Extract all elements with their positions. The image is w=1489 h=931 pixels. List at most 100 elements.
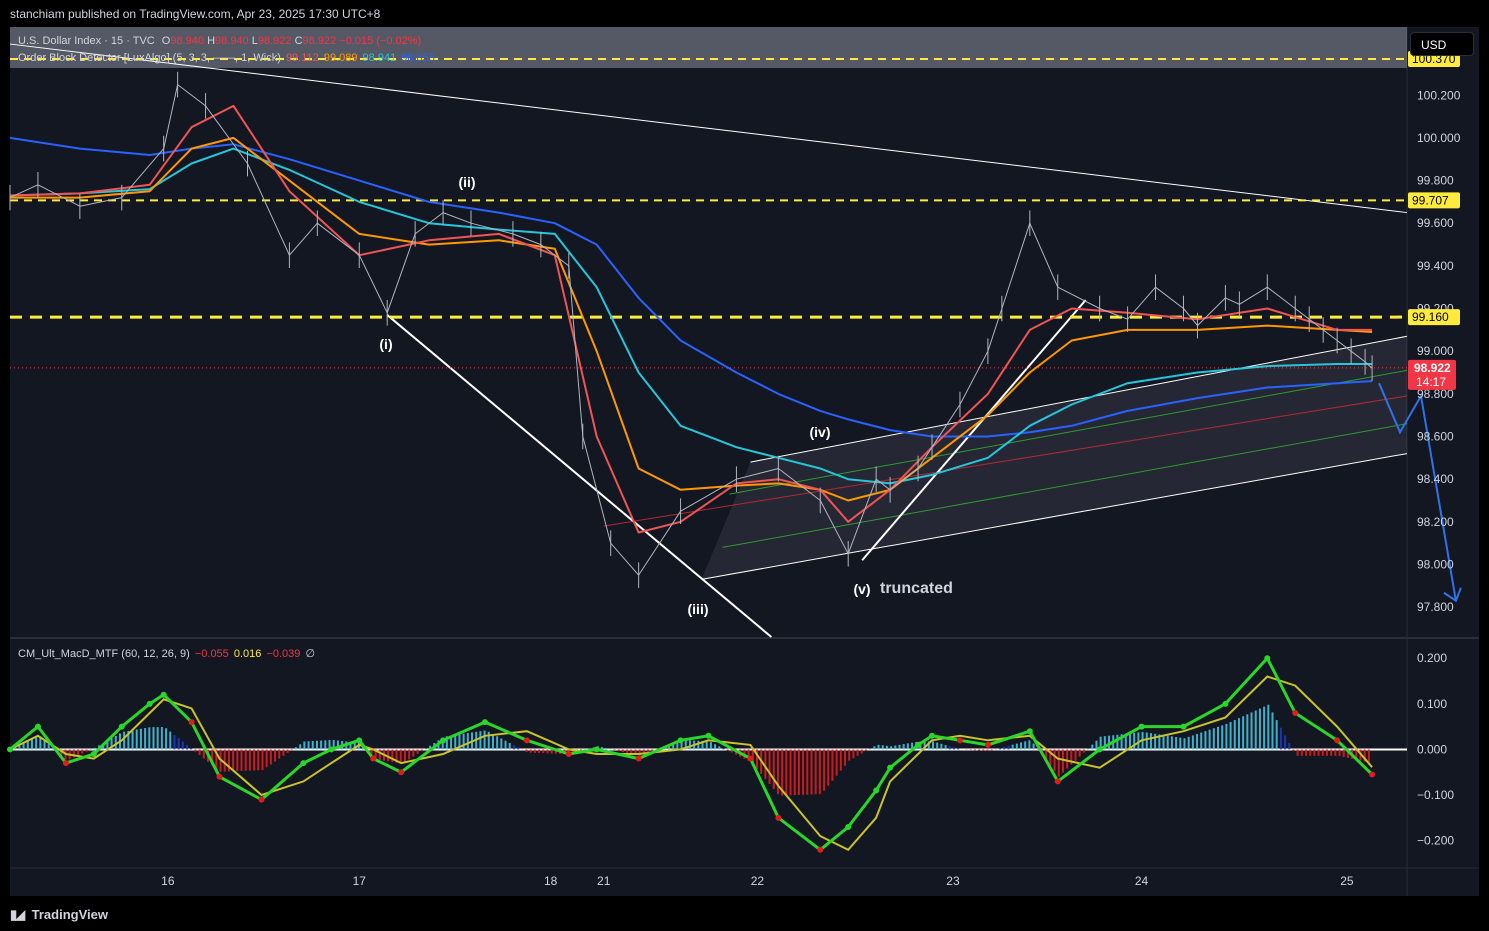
macd-histogram-bar [1229, 721, 1232, 750]
macd-legend: CM_Ult_MacD_MTF (60, 12, 26, 9) −0.055 0… [18, 647, 315, 660]
macd-histogram-bar [978, 749, 981, 751]
indicator-value-2: 99.089 [323, 52, 358, 64]
macd-cross-dot [370, 755, 377, 762]
macd-histogram-bar [726, 749, 729, 751]
macd-cross-dot [1138, 723, 1145, 730]
macd-histogram-bar [253, 749, 256, 771]
indicator-legend: Order Block Detector [LuxAlgo] (5, 3, 3,… [18, 52, 435, 64]
price-tag-countdown: 14:17 [1416, 375, 1446, 389]
macd-histogram-bar [768, 749, 771, 784]
macd-histogram-bar [1342, 749, 1345, 758]
macd-histogram-bar [705, 741, 708, 750]
macd-histogram-bar [856, 749, 859, 756]
high-value: 98.940 [215, 35, 249, 47]
macd-histogram-bar [424, 748, 427, 750]
macd-histogram-bar [617, 749, 620, 752]
macd-histogram-bar [412, 749, 415, 757]
tradingview-logo-icon: ▮◢ [10, 907, 25, 922]
macd-histogram-bar [906, 743, 909, 750]
chart-canvas[interactable]: (i) (ii) (iii) (iv) (v) truncated 100.200 100.0… [0, 0, 1489, 931]
macd-histogram-bar [1267, 704, 1270, 750]
macd-histogram-bar [466, 733, 469, 750]
currency-button[interactable]: USD [1410, 32, 1474, 56]
macd-histogram-bar [827, 749, 830, 786]
macd-histogram-bar [818, 749, 821, 795]
macd-histogram-bar [1061, 749, 1064, 773]
price-axis-tick: 100.200 [1417, 88, 1461, 102]
macd-histogram-bar [957, 748, 960, 750]
macd-histogram-bar [257, 749, 260, 771]
macd-name[interactable]: CM_Ult_MacD_MTF (60, 12, 26, 9) [18, 648, 190, 660]
indicator-name[interactable]: Order Block Detector [LuxAlgo] (5, 3, 3,… [18, 52, 281, 64]
macd-histogram-bar [1200, 732, 1203, 750]
macd-histogram-bar [93, 747, 96, 750]
macd-histogram-bar [852, 749, 855, 759]
macd-histogram-bar [1217, 726, 1220, 750]
macd-histogram-bar [952, 747, 955, 750]
macd-histogram-bar [265, 749, 268, 768]
macd-histogram-bar [1263, 706, 1266, 750]
macd-histogram-bar [198, 749, 201, 756]
macd-histogram-bar [789, 749, 792, 796]
macd-histogram-bar [839, 749, 842, 771]
macd-cross-dot [1026, 728, 1033, 735]
macd-histogram-bar [152, 727, 155, 750]
macd-histogram-bar [320, 740, 323, 750]
macd-histogram-bar [605, 748, 608, 750]
macd-cross-dot [565, 751, 572, 757]
price-axis-tick: 97.800 [1417, 600, 1454, 614]
macd-histogram-bar [990, 749, 993, 751]
macd-cross-dot [160, 691, 167, 698]
price-axis-tick: 98.000 [1417, 557, 1454, 571]
symbol-name[interactable]: U.S. Dollar Index · 15 · TVC [18, 35, 155, 47]
macd-histogram-bar [190, 748, 193, 750]
macd-histogram-bar [35, 736, 38, 750]
macd-histogram-bar [835, 749, 838, 776]
macd-histogram-bar [420, 749, 423, 752]
macd-histogram-bar [1082, 749, 1085, 753]
macd-histogram-bar [538, 749, 541, 754]
macd-histogram-bar [123, 731, 126, 750]
price-axis-tick: 99.800 [1417, 174, 1454, 188]
macd-histogram-bar [135, 729, 138, 750]
macd-histogram-bar [504, 740, 507, 750]
macd-histogram-bar [525, 749, 528, 752]
macd-histogram-bar [902, 744, 905, 750]
indicator-value-1: 99.112 [285, 52, 319, 64]
macd-histogram-bar [885, 745, 888, 750]
macd-signal-line [9, 675, 1373, 852]
macd-cross-dot [984, 741, 991, 748]
macd-histogram-bar [173, 734, 176, 750]
macd-histogram-bar [1258, 708, 1261, 750]
low-value: 98.922 [257, 35, 292, 47]
macd-histogram-bar [177, 738, 180, 750]
macd-histogram-bar [290, 749, 293, 751]
macd-histogram-bar [232, 749, 235, 772]
macd-histogram-bar [898, 744, 901, 750]
wave-label-iii: (iii) [688, 601, 709, 617]
main-legend: U.S. Dollar Index · 15 · TVC O98.940 H98… [18, 35, 421, 47]
macd-histogram-bar [248, 749, 251, 771]
brand-name: TradingView [31, 907, 108, 922]
macd-cross-dot [747, 755, 754, 762]
macd-histogram-bar [517, 747, 520, 750]
macd-axis-tick: −0.100 [1417, 788, 1454, 802]
macd-cross-dot [146, 700, 153, 707]
price-axis-tick: 98.600 [1417, 430, 1454, 444]
macd-cross-dot [635, 755, 642, 762]
macd-histogram-bar [1284, 735, 1287, 750]
macd-histogram-bar [982, 749, 985, 751]
macd-histogram-bar [139, 728, 142, 750]
time-axis-tick: 23 [946, 874, 960, 888]
tradingview-logo: ▮◢ TradingView [10, 907, 108, 923]
macd-histogram-bar [940, 743, 943, 750]
macd-histogram-bar [1066, 749, 1069, 769]
macd-histogram-bar [944, 745, 947, 750]
macd-axis-tick: 0.000 [1417, 742, 1447, 756]
macd-histogram-bar [1007, 745, 1010, 750]
macd-histogram-bar [303, 741, 306, 750]
macd-cross-dot [328, 746, 335, 753]
time-axis-tick: 24 [1135, 874, 1149, 888]
price-axis-tick: 99.600 [1417, 216, 1454, 230]
macd-histogram-bar [1313, 749, 1316, 756]
